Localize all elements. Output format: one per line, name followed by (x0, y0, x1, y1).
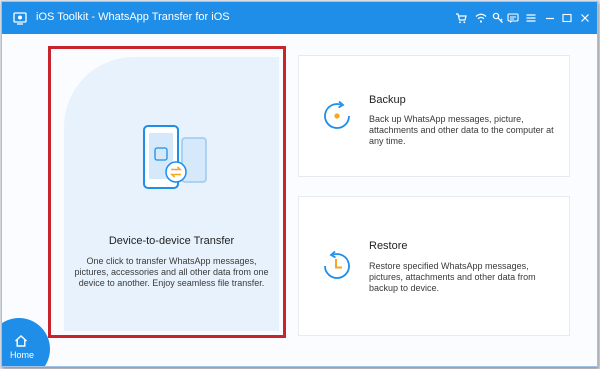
home-label: Home (9, 350, 34, 360)
app-logo-icon (13, 12, 27, 25)
home-button[interactable]: Home (2, 318, 50, 366)
title-bar: iOS Toolkit - WhatsApp Transfer for iOS (2, 2, 597, 34)
device-to-device-transfer-card[interactable]: Device-to-device Transfer One click to t… (64, 57, 279, 331)
backup-icon (324, 100, 350, 129)
main-content: Device-to-device Transfer One click to t… (2, 34, 597, 366)
home-icon (15, 335, 27, 347)
key-icon[interactable] (491, 11, 505, 25)
maximize-icon[interactable] (560, 11, 574, 25)
cart-icon[interactable] (454, 11, 468, 25)
close-icon[interactable] (578, 11, 592, 25)
phone-transfer-icon (143, 125, 207, 189)
chat-icon[interactable] (506, 11, 520, 25)
app-window: iOS Toolkit - WhatsApp Transfer for iOS (1, 1, 598, 367)
restore-card[interactable]: Restore Restore specified WhatsApp messa… (298, 196, 570, 336)
restore-title: Restore (369, 240, 408, 252)
menu-icon[interactable] (524, 11, 538, 25)
wifi-icon[interactable] (474, 11, 488, 25)
backup-title: Backup (369, 94, 406, 106)
device-transfer-title: Device-to-device Transfer (108, 235, 235, 247)
minimize-icon[interactable] (543, 11, 557, 25)
backup-card[interactable]: Backup Back up WhatsApp messages, pictur… (298, 55, 570, 177)
restore-description: Restore specified WhatsApp messages, pic… (369, 261, 536, 293)
window-title: iOS Toolkit - WhatsApp Transfer for iOS (36, 11, 230, 23)
device-transfer-description: One click to transfer WhatsApp messages,… (74, 256, 269, 288)
restore-icon (324, 250, 350, 279)
backup-description: Back up WhatsApp messages, picture, atta… (369, 114, 554, 146)
